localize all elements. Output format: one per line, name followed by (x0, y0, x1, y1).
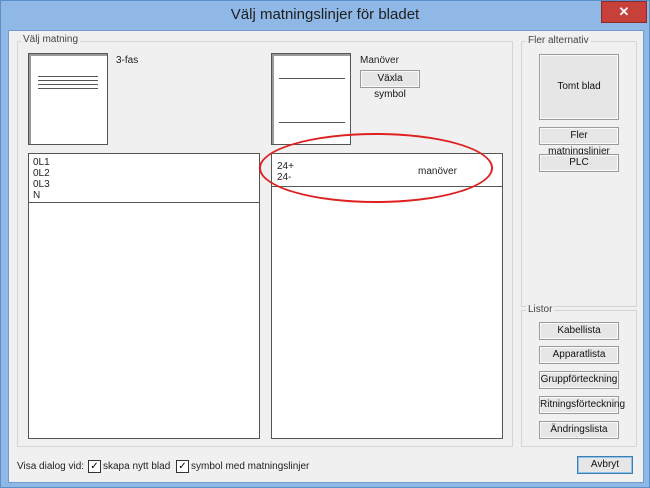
listor-title: Listor (526, 304, 555, 315)
show-dialog-label: Visa dialog vid: (17, 461, 85, 472)
left-feed-list[interactable]: 0L1 0L2 0L3 N (28, 153, 260, 439)
preview-manover-label: Manöver (360, 55, 399, 66)
list-item[interactable]: N (33, 190, 40, 201)
preview-manover[interactable] (271, 53, 351, 145)
preview-line (279, 122, 345, 123)
cancel-button[interactable]: Avbryt (577, 456, 633, 474)
preview-line (38, 76, 98, 77)
preview-line (38, 88, 98, 89)
checkbox-symbol-label[interactable]: symbol med matningslinjer (191, 461, 309, 472)
toggle-symbol-button[interactable]: Växla symbol (360, 70, 420, 100)
list-item[interactable]: 0L1 (33, 157, 50, 168)
plc-button[interactable]: PLC (539, 154, 619, 172)
close-button[interactable]: ✕ (601, 1, 647, 23)
preview-line (38, 84, 98, 85)
checkbox-new-sheet[interactable]: ✓ (88, 460, 101, 473)
title-bar[interactable]: Välj matningslinjer för bladet ✕ (1, 1, 649, 29)
dialog-client-area: Välj matning 3-fas Manöver Växla symbol … (8, 30, 644, 483)
list-button-ritningsforteckning[interactable]: Ritningsförteckning (539, 396, 625, 414)
checkbox-symbol[interactable]: ✓ (176, 460, 189, 473)
list-button-apparatlista[interactable]: Apparatlista (539, 346, 619, 364)
highlight-ellipse (259, 133, 493, 203)
preview-line (38, 80, 98, 81)
list-separator (29, 202, 259, 203)
checkbox-new-sheet-label[interactable]: skapa nytt blad (103, 461, 170, 472)
empty-sheet-button[interactable]: Tomt blad (539, 54, 619, 120)
list-button-gruppforteckning[interactable]: Gruppförteckning (539, 371, 619, 389)
preview-3fas-label: 3-fas (116, 55, 139, 66)
list-item[interactable]: 0L2 (33, 168, 50, 179)
preview-3fas[interactable] (28, 53, 108, 145)
more-feed-lines-button[interactable]: Fler matningslinjer (539, 127, 619, 157)
list-button-kabellista[interactable]: Kabellista (539, 322, 619, 340)
matning-group-title: Välj matning (21, 34, 81, 45)
list-button-andringslista[interactable]: Ändringslista (539, 421, 619, 439)
window-title: Välj matningslinjer för bladet (230, 6, 420, 23)
preview-line (279, 78, 345, 79)
dialog-window: Välj matningslinjer för bladet ✕ Välj ma… (0, 0, 650, 488)
list-item[interactable]: 0L3 (33, 179, 50, 190)
fler-alternativ-title: Fler alternativ (526, 35, 591, 46)
